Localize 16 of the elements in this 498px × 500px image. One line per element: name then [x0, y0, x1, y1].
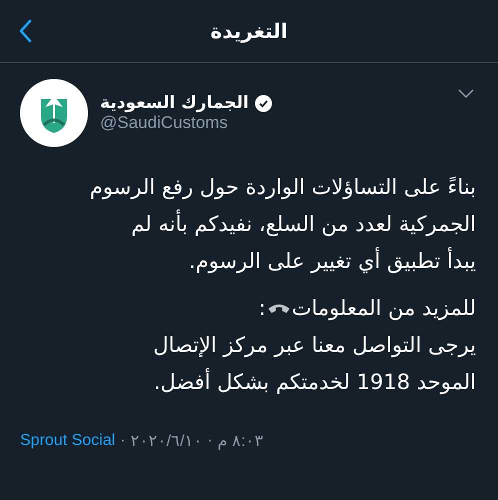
tweet-text: يرجى التواصل معنا عبر مركز الإتصال الموحد 1918 لخدمتكم بشكل أفضل.	[152, 332, 476, 396]
chevron-down-icon[interactable]	[458, 89, 474, 99]
tweet-text: بناءً على التساؤلات الواردة حول رفع الرسوم الجمركية لعدد من السلع، نفيدكم بأنه لم يبدأ تطبيق أي تغيير على الرسوم.	[88, 174, 476, 276]
separator-dot: ·	[207, 432, 213, 450]
separator-dot: ·	[120, 432, 126, 450]
tweet-date: ٢٠٢٠/٦/١٠	[130, 432, 202, 451]
tweet-text: :	[258, 295, 266, 322]
phone-icon	[268, 304, 290, 313]
screen-title: التغريدة	[210, 19, 288, 43]
back-icon[interactable]	[18, 19, 32, 43]
tweet-time: ٨:٠٣ م	[218, 432, 264, 451]
avatar[interactable]	[20, 79, 88, 147]
author-name: الجمارك السعودية	[100, 93, 249, 113]
tweet-text: للمزيد من المعلومات	[292, 295, 476, 322]
source-link[interactable]: Sprout Social	[20, 432, 116, 450]
author-handle: @SaudiCustoms	[100, 113, 229, 133]
